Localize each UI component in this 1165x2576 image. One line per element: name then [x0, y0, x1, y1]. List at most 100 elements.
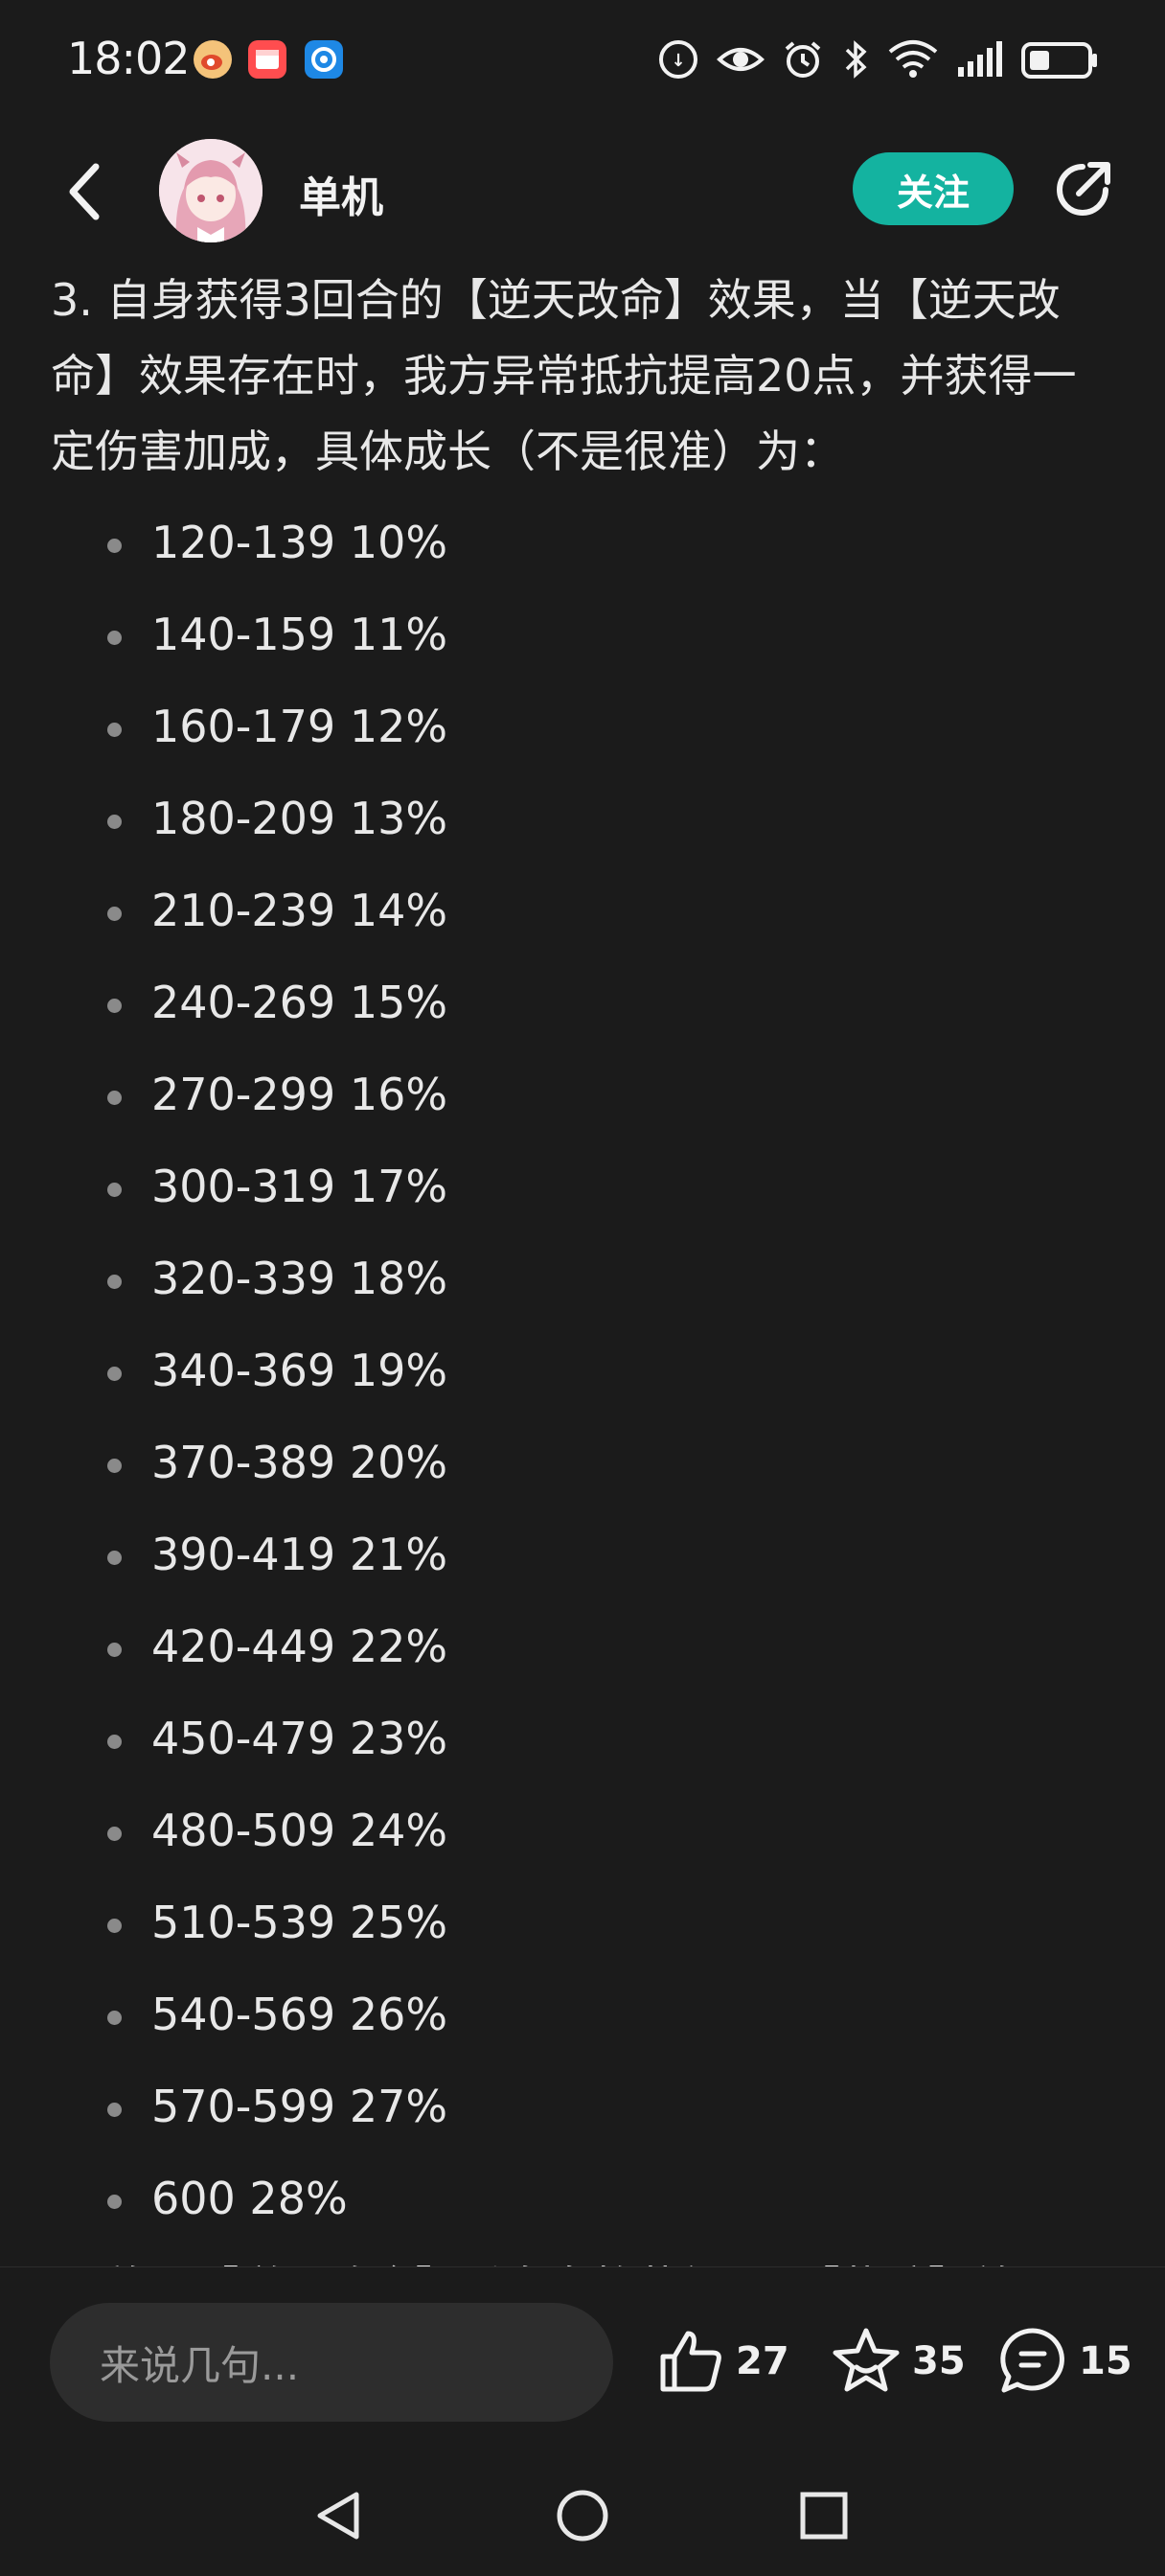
- list-item: 390-419 21%: [0, 1515, 862, 1607]
- list-item: 320-339 18%: [0, 1239, 862, 1331]
- back-triangle-icon: [317, 2492, 359, 2540]
- list-item: 270-299 16%: [0, 1055, 862, 1147]
- like-count: 27: [736, 2339, 789, 2383]
- tier-text: 300-319 17%: [151, 1161, 448, 1212]
- comment-bubble-icon: [1000, 2328, 1064, 2393]
- tier-text: 450-479 23%: [151, 1713, 448, 1764]
- tier-text: 320-339 18%: [151, 1253, 448, 1304]
- hd-voice-icon: ↓: [657, 38, 699, 80]
- tier-text: 140-159 11%: [151, 609, 448, 660]
- list-item: 140-159 11%: [0, 595, 862, 687]
- bullet-dot: [107, 2103, 122, 2117]
- tier-text: 370-389 20%: [151, 1437, 448, 1488]
- status-bar: 18:02 ↓: [0, 0, 1165, 115]
- post-content: 3. 自身获得3回合的【逆天改命】效果，当【逆天改命】效果存在时，我方异常抵抗提…: [0, 259, 1165, 2266]
- list-item: 340-369 19%: [0, 1331, 862, 1423]
- comment-input[interactable]: 来说几句...: [50, 2303, 613, 2422]
- weibo-icon: [194, 40, 232, 79]
- bluetooth-icon: [841, 38, 870, 80]
- like-button[interactable]: 27: [655, 2317, 789, 2405]
- list-item: 210-239 14%: [0, 871, 862, 963]
- status-time: 18:02: [67, 33, 191, 84]
- bullet-dot: [107, 1367, 122, 1381]
- eye-icon: [717, 38, 765, 80]
- tier-text: 390-419 21%: [151, 1529, 448, 1580]
- list-item: 570-599 27%: [0, 2067, 862, 2159]
- home-circle-icon: [557, 2490, 608, 2542]
- share-button[interactable]: [1048, 155, 1117, 224]
- back-button[interactable]: [50, 157, 119, 226]
- tier-text: 120-139 10%: [151, 517, 448, 568]
- list-item: 480-509 24%: [0, 1791, 862, 1883]
- list-item: 120-139 10%: [0, 503, 862, 595]
- thumbs-up-icon: [660, 2331, 721, 2392]
- bullet-dot: [107, 815, 122, 829]
- recents-square-icon: [800, 2492, 848, 2540]
- list-item: 300-319 17%: [0, 1147, 862, 1239]
- bullet-dot: [107, 539, 122, 553]
- bullet-dot: [107, 1735, 122, 1749]
- bullet-dot: [107, 1275, 122, 1289]
- alarm-icon: [782, 38, 824, 80]
- bullet-dot: [107, 1919, 122, 1933]
- bullet-dot: [107, 999, 122, 1013]
- tier-text: 480-509 24%: [151, 1805, 448, 1856]
- bullet-dot: [107, 2011, 122, 2025]
- tier-text: 160-179 12%: [151, 701, 448, 752]
- tier-text: 270-299 16%: [151, 1069, 448, 1120]
- list-item: 600 28%: [0, 2159, 862, 2251]
- bullet-dot: [107, 1551, 122, 1565]
- bullet-dot: [107, 1827, 122, 1841]
- list-item: 370-389 20%: [0, 1423, 862, 1515]
- bullet-dot: [107, 1643, 122, 1657]
- svg-text:↓: ↓: [671, 51, 685, 71]
- list-item: 240-269 15%: [0, 963, 862, 1055]
- tier-text: 510-539 25%: [151, 1897, 448, 1948]
- nav-home-button[interactable]: [544, 2477, 621, 2554]
- tier-text: 210-239 14%: [151, 885, 448, 936]
- bullet-dot: [107, 631, 122, 645]
- tier-text: 570-599 27%: [151, 2081, 448, 2132]
- next-paragraph-partial: 4. 施展【逆天改命】后自身将获得1层【栽赃】效: [51, 2250, 1017, 2266]
- list-item: 180-209 13%: [0, 779, 862, 871]
- list-item: 450-479 23%: [0, 1699, 862, 1791]
- wifi-icon: [887, 38, 939, 80]
- tier-text: 240-269 15%: [151, 977, 448, 1028]
- favorite-button[interactable]: 35: [830, 2317, 966, 2405]
- bullet-dot: [107, 907, 122, 921]
- battery-icon: [1021, 38, 1098, 80]
- signal-icon: [956, 38, 1004, 80]
- username[interactable]: 单机: [299, 163, 383, 224]
- list-item: 540-569 26%: [0, 1975, 862, 2067]
- nav-recents-button[interactable]: [786, 2477, 862, 2554]
- avatar[interactable]: [159, 139, 263, 242]
- follow-button[interactable]: 关注: [853, 152, 1014, 225]
- list-item: 160-179 12%: [0, 687, 862, 779]
- bullet-dot: [107, 1459, 122, 1473]
- bullet-dot: [107, 2195, 122, 2209]
- list-item: 420-449 22%: [0, 1607, 862, 1699]
- skill-description-paragraph: 3. 自身获得3回合的【逆天改命】效果，当【逆天改命】效果存在时，我方异常抵抗提…: [51, 274, 1077, 477]
- tier-text: 600 28%: [151, 2173, 348, 2224]
- favorite-count: 35: [912, 2339, 966, 2383]
- comment-count: 15: [1079, 2339, 1132, 2383]
- list-item: 510-539 25%: [0, 1883, 862, 1975]
- action-bar: 来说几句... 27 35 15: [0, 2266, 1165, 2459]
- red-notes-icon: [248, 40, 286, 79]
- post-header: 单机 关注: [0, 134, 1165, 249]
- tier-text: 340-369 19%: [151, 1345, 448, 1396]
- share-icon: [1057, 162, 1110, 216]
- bullet-dot: [107, 723, 122, 737]
- bullet-dot: [107, 1091, 122, 1105]
- comment-button[interactable]: 15: [996, 2317, 1132, 2405]
- anime-girl-avatar-icon: [159, 139, 263, 242]
- bullet-dot: [107, 1183, 122, 1197]
- tier-text: 540-569 26%: [151, 1989, 448, 2040]
- tier-text: 420-449 22%: [151, 1621, 448, 1672]
- system-nav-bar: [0, 2458, 1165, 2576]
- status-icons: ↓: [657, 34, 1098, 84]
- nav-back-button[interactable]: [301, 2477, 377, 2554]
- screen: 18:02 ↓ 单机 关注 3. 自身获得3回合的【逆天改命】效果，当【逆天改命…: [0, 0, 1165, 2576]
- tier-text: 180-209 13%: [151, 793, 448, 844]
- damage-tier-list: 120-139 10% 140-159 11% 160-179 12% 180-209…: [0, 503, 862, 2251]
